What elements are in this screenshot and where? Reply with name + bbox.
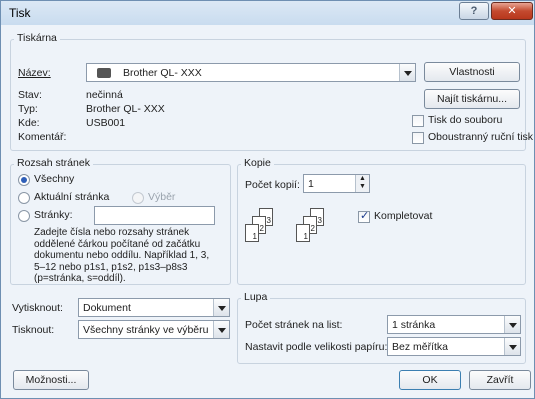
chevron-down-icon	[504, 338, 520, 355]
help-button[interactable]: ?	[459, 2, 489, 20]
printer-icon	[97, 68, 111, 78]
range-selection-radio	[132, 192, 144, 204]
duplex-checkbox[interactable]	[412, 132, 424, 144]
copies-count-label: Počet kopií:	[245, 179, 300, 191]
scale-label: Nastavit podle velikosti papíru:	[245, 341, 388, 353]
scale-select[interactable]: Bez měřítka	[387, 337, 521, 356]
print-what-label: Vytisknout:	[12, 302, 63, 314]
print-select[interactable]: Všechny stránky ve výběru	[78, 320, 230, 339]
type-label: Typ:	[18, 103, 38, 115]
range-selection-label: Výběr	[148, 191, 176, 203]
properties-button[interactable]: Vlastnosti	[424, 62, 520, 82]
where-value: USB001	[86, 117, 126, 129]
range-pages-label: Stránky:	[34, 209, 73, 221]
close-button[interactable]: Zavřít	[469, 370, 531, 390]
spinner-icon[interactable]: ▲ ▼	[355, 175, 369, 192]
page-range-label: Rozsah stránek	[14, 157, 93, 169]
print-dialog: Tisk ? ✕ Tiskárna Název: Brother QL- XXX…	[0, 0, 535, 399]
options-button[interactable]: Možnosti...	[13, 370, 89, 390]
ok-button[interactable]: OK	[399, 370, 461, 390]
zoom-label: Lupa	[241, 291, 271, 303]
status-value: nečinná	[86, 89, 123, 101]
pages-per-sheet-label: Počet stránek na list:	[245, 319, 343, 331]
print-label: Tisknout:	[12, 324, 55, 336]
comment-label: Komentář:	[18, 131, 67, 143]
chevron-down-icon	[213, 321, 229, 338]
collate-checkbox[interactable]	[358, 209, 370, 223]
printer-group-label: Tiskárna	[14, 32, 60, 44]
pages-input[interactable]	[94, 206, 215, 225]
where-label: Kde:	[18, 117, 40, 129]
print-to-file-label: Tisk do souboru	[428, 114, 503, 126]
range-all-radio[interactable]	[18, 174, 30, 186]
close-window-button[interactable]: ✕	[491, 2, 533, 20]
window-title: Tisk	[9, 6, 31, 20]
title-bar: Tisk ? ✕	[1, 1, 534, 25]
type-value: Brother QL- XXX	[86, 103, 165, 115]
pages-per-sheet-select[interactable]: 1 stránka	[387, 315, 521, 334]
status-label: Stav:	[18, 89, 42, 101]
chevron-down-icon	[504, 316, 520, 333]
duplex-label: Oboustranný ruční tisk	[428, 131, 534, 143]
chevron-down-icon	[213, 299, 229, 316]
collate-label: Kompletovat	[374, 210, 433, 222]
range-current-label: Aktuální stránka	[34, 191, 110, 203]
range-current-radio[interactable]	[18, 192, 30, 204]
printer-name-select[interactable]: Brother QL- XXX	[86, 63, 416, 82]
copies-count-input[interactable]: 1 ▲ ▼	[303, 174, 370, 193]
range-pages-radio[interactable]	[18, 210, 30, 222]
chevron-down-icon	[399, 64, 415, 81]
print-to-file-checkbox[interactable]	[412, 115, 424, 127]
range-help-text: Zadejte čísla nebo rozsahy stránek odděle…	[34, 227, 210, 285]
printer-name-label: Název:	[18, 67, 51, 79]
print-what-select[interactable]: Dokument	[78, 298, 230, 317]
copies-label: Kopie	[241, 157, 274, 169]
range-all-label: Všechny	[34, 173, 75, 185]
find-printer-button[interactable]: Najít tiskárnu...	[424, 89, 520, 109]
